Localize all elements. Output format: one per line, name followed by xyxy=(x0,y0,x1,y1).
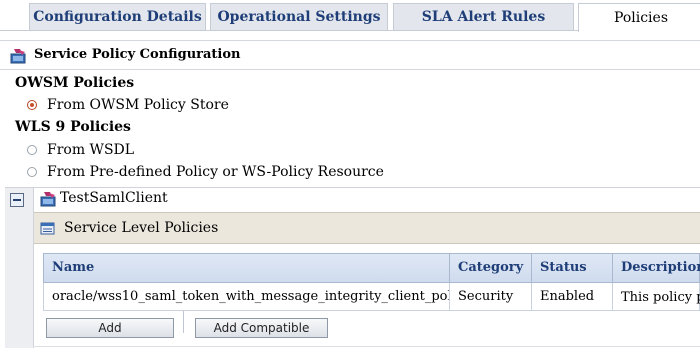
tree-node-label[interactable]: TestSamlClient xyxy=(60,190,168,206)
service-node-icon xyxy=(40,192,56,207)
predefined-policy-label: From Pre-defined Policy or WS-Policy Res… xyxy=(47,164,384,180)
collapse-icon[interactable] xyxy=(10,193,24,207)
cell-description: This policy pro xyxy=(621,290,700,305)
service-policy-config-title: Service Policy Configuration xyxy=(34,47,241,62)
cell-category: Security xyxy=(450,283,532,310)
column-header-category[interactable]: Category xyxy=(450,254,532,282)
owsm-policies-label: OWSM Policies xyxy=(15,75,135,91)
bottom-divider xyxy=(33,346,700,347)
predefined-policy-radio[interactable] xyxy=(27,167,37,177)
policies-table: Name Category Status Description oracle/… xyxy=(43,253,700,311)
column-header-status[interactable]: Status xyxy=(532,254,613,282)
tab-policies[interactable]: Policies xyxy=(578,3,700,32)
tree-gutter xyxy=(5,188,33,348)
button-separator xyxy=(183,311,184,333)
owsm-policy-store-radio[interactable] xyxy=(27,100,37,110)
owsm-policy-store-label: From OWSM Policy Store xyxy=(47,97,229,113)
predefined-policy-option[interactable]: From Pre-defined Policy or WS-Policy Res… xyxy=(27,161,384,183)
table-header: Name Category Status Description xyxy=(43,253,700,283)
service-policy-config-header: Service Policy Configuration xyxy=(0,40,700,70)
cell-name: oracle/wss10_saml_token_with_message_int… xyxy=(44,283,450,310)
tab-bar: Configuration Details Operational Settin… xyxy=(0,0,700,32)
column-header-name[interactable]: Name xyxy=(44,254,450,282)
from-wsdl-radio[interactable] xyxy=(27,145,37,155)
tab-divider xyxy=(0,30,578,31)
cell-status: Enabled xyxy=(532,283,613,310)
service-policy-icon xyxy=(10,49,26,64)
tree-divider xyxy=(5,187,700,188)
from-wsdl-label: From WSDL xyxy=(47,142,135,158)
service-level-policies-title: Service Level Policies xyxy=(64,220,219,236)
add-compatible-button[interactable]: Add Compatible xyxy=(195,318,328,338)
tab-operational-settings[interactable]: Operational Settings xyxy=(210,3,388,30)
column-header-description[interactable]: Description xyxy=(613,254,700,282)
add-button[interactable]: Add xyxy=(46,318,174,338)
from-wsdl-option[interactable]: From WSDL xyxy=(27,139,134,161)
policy-list-icon xyxy=(40,222,55,235)
table-row[interactable]: oracle/wss10_saml_token_with_message_int… xyxy=(43,283,700,311)
tab-configuration-details[interactable]: Configuration Details xyxy=(29,3,206,30)
service-level-policies-header: Service Level Policies xyxy=(34,212,700,244)
tab-sla-alert-rules[interactable]: SLA Alert Rules xyxy=(393,3,574,30)
wls9-policies-label: WLS 9 Policies xyxy=(15,119,131,135)
owsm-policy-store-option[interactable]: From OWSM Policy Store xyxy=(27,94,229,116)
